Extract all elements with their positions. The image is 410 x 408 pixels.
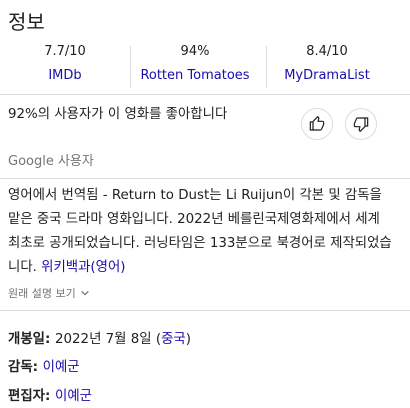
thumbs-up-icon <box>309 116 325 131</box>
dislike-button[interactable] <box>345 108 377 140</box>
show-original-description[interactable]: 원래 설명 보기 <box>8 285 90 301</box>
fact-label: 개봉일 <box>8 332 45 347</box>
rating-score: 7.7/10 <box>44 44 86 59</box>
ratings-row: 7.7/10 IMDb 94% Rotten Tomatoes 8.4/10 M… <box>0 44 410 95</box>
fact-value: 2022년 7월 8일 ( <box>55 332 162 347</box>
rating-source-link[interactable]: MyDramaList <box>262 68 392 84</box>
fact-value-close: ) <box>185 332 191 347</box>
divider <box>0 178 410 179</box>
fact-label: 감독 <box>8 360 33 375</box>
audience-like-text: 92%의 사용자가 이 영화를 좋아합니다 <box>8 107 228 122</box>
audience-source: Google 사용자 <box>8 154 94 169</box>
rating-score: 94% <box>180 44 210 59</box>
divider <box>0 310 410 311</box>
fact-director: 감독: 이예군 <box>8 360 80 375</box>
fact-link-director[interactable]: 이예군 <box>43 360 80 375</box>
rating-mydramalist: 8.4/10 MyDramaList <box>262 44 392 84</box>
description: 영어에서 번역됨 - Return to Dust는 Li Ruijun이 각본… <box>8 184 392 280</box>
section-title: 정보 <box>8 10 45 34</box>
fact-label: 편집자 <box>8 389 45 404</box>
rating-source-link[interactable]: Rotten Tomatoes <box>130 68 260 84</box>
show-original-label: 원래 설명 보기 <box>8 287 76 300</box>
thumbs-down-icon <box>353 117 369 132</box>
fact-link-country[interactable]: 중국 <box>161 332 186 347</box>
rating-imdb: 7.7/10 IMDb <box>0 44 130 84</box>
fact-editor: 편집자: 이예군 <box>8 389 92 404</box>
fact-link-editor[interactable]: 이예군 <box>55 389 92 404</box>
like-button[interactable] <box>301 108 333 140</box>
rating-rotten-tomatoes: 94% Rotten Tomatoes <box>130 44 260 84</box>
rating-score: 8.4/10 <box>306 44 348 59</box>
wikipedia-link[interactable]: 위키백과(영어) <box>41 260 125 275</box>
fact-release-date: 개봉일: 2022년 7월 8일 (중국) <box>8 332 191 347</box>
rating-source-link[interactable]: IMDb <box>0 68 130 84</box>
chevron-down-icon <box>80 290 89 296</box>
